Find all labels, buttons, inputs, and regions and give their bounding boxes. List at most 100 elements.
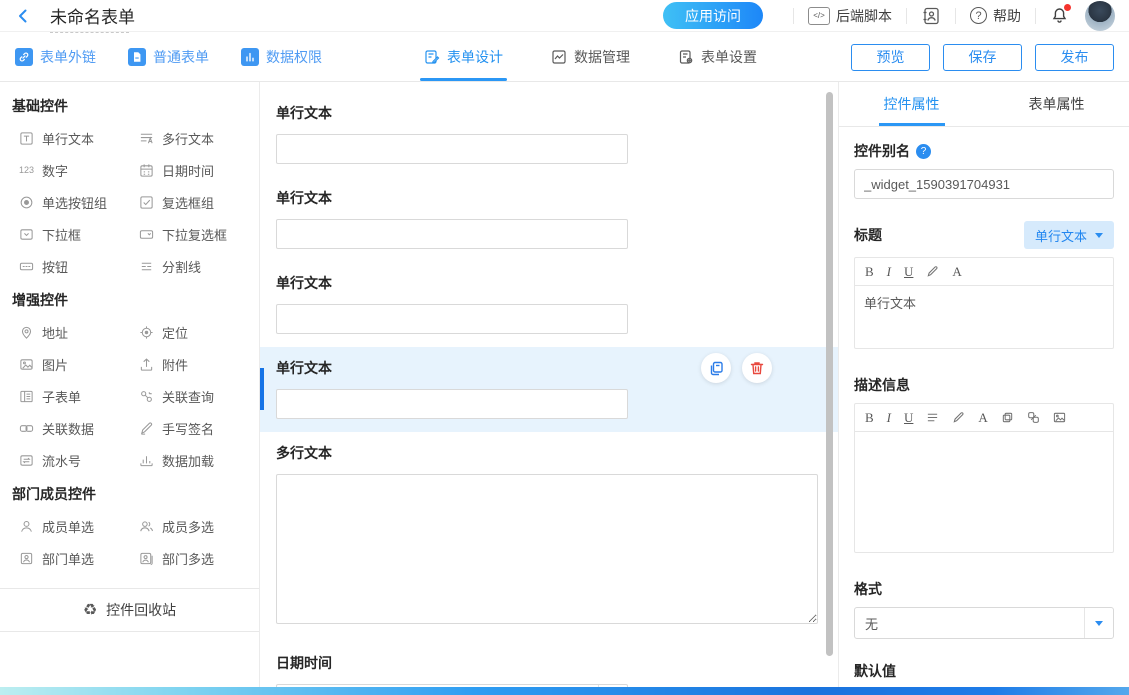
italic-button[interactable]: I — [887, 411, 891, 424]
widget-label: 地址 — [42, 323, 68, 342]
underline-button[interactable]: U — [904, 411, 913, 424]
address-book-button[interactable] — [921, 6, 941, 26]
field-input[interactable] — [276, 304, 628, 334]
widget-grid: 成员单选 成员多选 部门单选 部门多选 — [0, 510, 259, 574]
widget-datetime[interactable]: 日期时间 — [138, 154, 254, 186]
canvas-field-multiline-text[interactable]: 多行文本 — [260, 432, 838, 642]
widget-checkbox-group[interactable]: 复选框组 — [138, 186, 254, 218]
field-textarea[interactable] — [276, 474, 818, 624]
save-button[interactable]: 保存 — [943, 44, 1022, 71]
widget-serial-number[interactable]: 流水号 — [18, 444, 138, 476]
preview-button[interactable]: 预览 — [851, 44, 930, 71]
bold-button[interactable]: B — [865, 411, 874, 424]
canvas-field-single-text-3[interactable]: 单行文本 — [260, 262, 838, 347]
tab-form-settings[interactable]: 表单设置 — [678, 33, 757, 81]
linked-query-icon — [138, 389, 155, 404]
form-external-link-button[interactable]: 表单外链 — [15, 47, 96, 67]
underline-button[interactable]: U — [904, 265, 913, 278]
tab-form-design[interactable]: 表单设计 — [424, 33, 503, 81]
widget-label: 部门多选 — [162, 549, 214, 568]
widget-linked-data[interactable]: 关联数据 — [18, 412, 138, 444]
copy-field-button[interactable] — [701, 353, 731, 383]
widget-attachment[interactable]: 附件 — [138, 348, 254, 380]
address-book-icon — [921, 6, 941, 26]
data-permission-button[interactable]: 数据权限 — [241, 47, 322, 67]
canvas-field-single-text-1[interactable]: 单行文本 — [260, 92, 838, 177]
canvas-field-single-text-4-selected[interactable]: 单行文本 — [260, 347, 838, 432]
section-basic-widgets: 基础控件 单行文本 多行文本 123 数字 — [0, 96, 259, 282]
italic-button[interactable]: I — [887, 265, 891, 278]
widget-linked-query[interactable]: 关联查询 — [138, 380, 254, 412]
notification-badge — [1064, 4, 1071, 11]
widget-location[interactable]: 定位 — [138, 316, 254, 348]
text-icon — [18, 131, 35, 146]
backend-script-button[interactable]: </> 后端脚本 — [808, 6, 892, 26]
tab-form-properties[interactable]: 表单属性 — [984, 82, 1129, 126]
tab-data-manage[interactable]: 数据管理 — [551, 33, 630, 81]
avatar[interactable] — [1085, 1, 1115, 31]
widget-radio-group[interactable]: 单选按钮组 — [18, 186, 138, 218]
multi-select-icon — [138, 227, 155, 242]
delete-field-button[interactable] — [742, 353, 772, 383]
field-input[interactable] — [276, 219, 628, 249]
title-editor-content[interactable]: 单行文本 — [855, 286, 1113, 348]
canvas-scrollbar[interactable] — [826, 92, 833, 656]
font-color-button[interactable]: A — [952, 265, 961, 278]
widget-data-load[interactable]: 数据加载 — [138, 444, 254, 476]
widget-signature[interactable]: 手写签名 — [138, 412, 254, 444]
properties-panel: 控件属性 表单属性 控件别名 ? 标题 单行文本 — [838, 82, 1129, 695]
section-title: 基础控件 — [0, 96, 259, 116]
pen-button[interactable] — [952, 411, 965, 424]
widget-multi-line-text[interactable]: 多行文本 — [138, 122, 254, 154]
app-access-button[interactable]: 应用访问 — [663, 2, 763, 29]
alias-input[interactable] — [854, 169, 1114, 199]
pen-button[interactable] — [926, 265, 939, 278]
widget-image[interactable]: 图片 — [18, 348, 138, 380]
form-title-wrap[interactable]: 未命名表单 — [50, 3, 135, 28]
widget-multi-select[interactable]: 下拉复选框 — [138, 218, 254, 250]
widget-dept-multi[interactable]: 部门多选 — [138, 542, 254, 574]
widget-single-line-text[interactable]: 单行文本 — [18, 122, 138, 154]
widget-recycle-bin[interactable]: ♻ 控件回收站 — [0, 588, 259, 632]
widget-member-multi[interactable]: 成员多选 — [138, 510, 254, 542]
code-icon: </> — [808, 7, 830, 25]
back-button[interactable] — [14, 7, 32, 25]
align-button[interactable] — [926, 411, 939, 424]
title-type-dropdown[interactable]: 单行文本 — [1024, 221, 1114, 249]
help-button[interactable]: ? 帮助 — [970, 6, 1021, 26]
data-permission-label: 数据权限 — [266, 47, 322, 67]
widget-dept-single[interactable]: 部门单选 — [18, 542, 138, 574]
widget-divider[interactable]: 分割线 — [138, 250, 254, 282]
widget-select[interactable]: 下拉框 — [18, 218, 138, 250]
field-label: 单行文本 — [276, 273, 822, 293]
title-editor: B I U A 单行文本 — [854, 257, 1114, 349]
alias-help-icon[interactable]: ? — [916, 144, 931, 159]
widget-label: 多行文本 — [162, 129, 214, 148]
widget-member-single[interactable]: 成员单选 — [18, 510, 138, 542]
recycle-icon: ♻ — [83, 600, 97, 620]
tab-widget-properties[interactable]: 控件属性 — [839, 82, 984, 126]
format-select[interactable]: 无 — [854, 607, 1114, 639]
field-input[interactable] — [276, 389, 628, 419]
publish-button[interactable]: 发布 — [1035, 44, 1114, 71]
clone-button[interactable] — [1001, 411, 1014, 424]
canvas-field-single-text-2[interactable]: 单行文本 — [260, 177, 838, 262]
widget-subform[interactable]: 子表单 — [18, 380, 138, 412]
bold-button[interactable]: B — [865, 265, 874, 278]
image-button[interactable] — [1053, 411, 1066, 424]
link-button[interactable] — [1027, 411, 1040, 424]
notifications-button[interactable] — [1050, 6, 1069, 25]
widget-number[interactable]: 123 数字 — [18, 154, 138, 186]
form-title[interactable]: 未命名表单 — [50, 8, 135, 27]
normal-form-button[interactable]: 普通表单 — [128, 47, 209, 67]
field-label: 日期时间 — [276, 653, 822, 673]
selected-indicator-bar — [260, 368, 264, 410]
widget-address[interactable]: 地址 — [18, 316, 138, 348]
button-icon — [18, 259, 35, 274]
description-editor-content[interactable] — [855, 432, 1113, 552]
font-color-button[interactable]: A — [978, 411, 987, 424]
field-input[interactable] — [276, 134, 628, 164]
help-icon: ? — [970, 7, 987, 24]
widget-button[interactable]: 按钮 — [18, 250, 138, 282]
map-pin-icon — [18, 325, 35, 340]
